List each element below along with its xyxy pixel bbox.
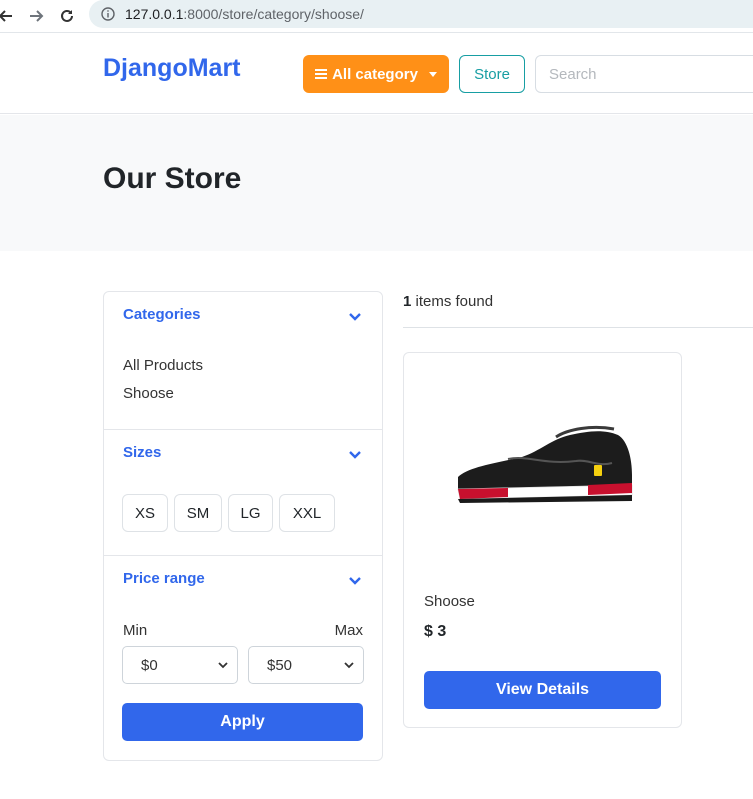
category-list: All Products Shoose	[123, 356, 203, 412]
search-input[interactable]	[535, 55, 753, 93]
items-found-text: 1 items found	[403, 293, 493, 310]
product-card: Shoose $ 3 View Details	[403, 352, 682, 728]
min-price-value: $0	[141, 656, 158, 674]
bars-icon	[315, 69, 328, 79]
chevron-down-icon[interactable]	[348, 312, 362, 322]
reload-icon[interactable]	[55, 4, 79, 28]
product-image[interactable]	[448, 415, 638, 515]
min-price-label: Min	[123, 622, 148, 639]
size-option-xs[interactable]: XS	[122, 494, 168, 532]
view-details-button[interactable]: View Details	[424, 671, 661, 709]
url-text: 127.0.0.1:8000/store/category/shoose/	[125, 6, 364, 22]
min-price-select[interactable]: $0	[122, 646, 238, 684]
size-option-lg[interactable]: LG	[228, 494, 273, 532]
page-title: Our Store	[103, 162, 242, 195]
address-bar[interactable]: 127.0.0.1:8000/store/category/shoose/	[89, 0, 753, 28]
items-found-suffix: items found	[411, 293, 494, 310]
chevron-down-icon	[344, 662, 354, 669]
price-range-heading[interactable]: Price range	[123, 570, 205, 587]
back-arrow-icon[interactable]	[0, 4, 18, 28]
max-price-label: Max	[334, 622, 363, 639]
filter-sidebar: Categories All Products Shoose Sizes XS …	[103, 291, 383, 761]
divider	[403, 327, 753, 328]
caret-down-icon	[428, 71, 437, 77]
category-item-all-products[interactable]: All Products	[123, 356, 203, 384]
categories-section: Categories All Products Shoose	[104, 292, 382, 430]
forward-arrow-icon[interactable]	[24, 4, 48, 28]
store-button[interactable]: Store	[459, 55, 525, 93]
chevron-down-icon	[218, 662, 228, 669]
product-price: $ 3	[424, 623, 447, 640]
all-category-button[interactable]: All category	[303, 55, 449, 93]
apply-button[interactable]: Apply	[122, 703, 363, 741]
size-option-xxl[interactable]: XXL	[279, 494, 335, 532]
brand-logo[interactable]: DjangoMart	[103, 54, 241, 83]
size-options: XS SM LG XXL	[122, 494, 335, 532]
product-name[interactable]: Shoose	[424, 593, 475, 610]
chevron-down-icon[interactable]	[348, 450, 362, 460]
max-price-value: $50	[267, 656, 293, 674]
site-header: DjangoMart All category Store	[0, 33, 753, 114]
price-range-section: Price range Min Max $0 $50 Apply	[104, 556, 382, 760]
url-path: :8000/store/category/shoose/	[183, 6, 364, 22]
info-icon[interactable]	[101, 7, 115, 21]
url-host: 127.0.0.1	[125, 6, 184, 22]
size-option-sm[interactable]: SM	[174, 494, 222, 532]
max-price-select[interactable]: $50	[248, 646, 364, 684]
category-item-shoose[interactable]: Shoose	[123, 384, 203, 412]
sizes-heading[interactable]: Sizes	[123, 444, 161, 461]
sizes-section: Sizes XS SM LG XXL	[104, 430, 382, 556]
chevron-down-icon[interactable]	[348, 576, 362, 586]
browser-toolbar: 127.0.0.1:8000/store/category/shoose/	[0, 0, 753, 33]
categories-heading[interactable]: Categories	[123, 306, 201, 323]
page-title-section: Our Store	[0, 115, 753, 251]
all-category-label: All category	[332, 65, 418, 83]
